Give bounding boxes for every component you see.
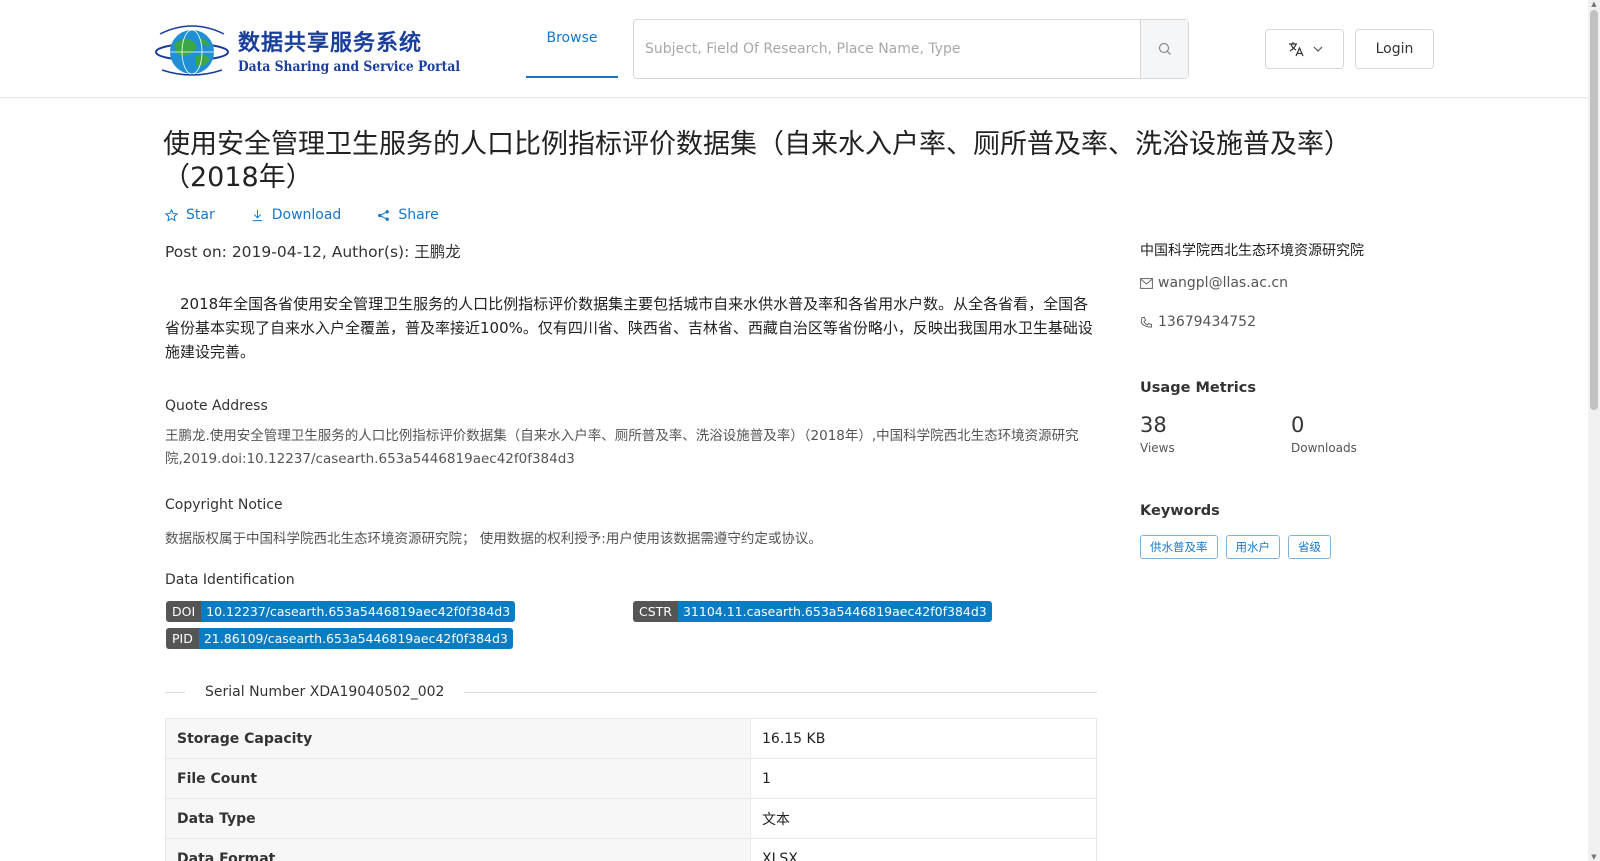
views-metric: 38 Views [1140, 413, 1175, 455]
table-row: Storage Capacity 16.15 KB [165, 718, 1097, 759]
mail-icon [1140, 277, 1153, 289]
share-button[interactable]: Share [377, 207, 439, 223]
data-identification-label: Data Identification [165, 572, 295, 588]
download-icon [252, 209, 262, 221]
doi-badge[interactable]: DOI 10.12237/casearth.653a5446819aec42f0… [166, 601, 516, 622]
logo-title-en: Data Sharing and Service Portal [238, 59, 461, 75]
downloads-metric: 0 Downloads [1291, 413, 1357, 455]
table-row: Data Format XLSX [165, 838, 1097, 861]
dataset-title: 使用安全管理卫生服务的人口比例指标评价数据集（自来水入户率、厕所普及率、洗浴设施… [163, 129, 1351, 193]
cstr-badge-key: CSTR [633, 601, 678, 622]
pid-badge[interactable]: PID 21.86109/casearth.653a5446819aec42f0… [166, 628, 513, 649]
keyword-tag[interactable]: 供水普及率 [1140, 535, 1218, 559]
page-scrollbar[interactable]: ▲ ▼ [1588, 0, 1600, 861]
copyright-label: Copyright Notice [165, 497, 283, 513]
email-text: wangpl@llas.ac.cn [1158, 275, 1288, 291]
logo-text: 数据共享服务系统 Data Sharing and Service Portal [238, 25, 490, 75]
pid-badge-key: PID [166, 628, 199, 649]
cstr-badge[interactable]: CSTR 31104.11.casearth.653a5446819aec42f… [633, 601, 992, 622]
search-bar [633, 19, 1189, 79]
doi-badge-value: 10.12237/casearth.653a5446819aec42f0f384… [201, 601, 516, 622]
star-label: Star [186, 207, 215, 223]
keyword-list: 供水普及率 用水户 省级 [1140, 535, 1331, 559]
usage-metrics-title: Usage Metrics [1140, 380, 1256, 396]
keyword-tag[interactable]: 用水户 [1225, 535, 1280, 559]
cstr-badge-value: 31104.11.casearth.653a5446819aec42f0f384… [677, 601, 992, 622]
logo-title-cn: 数据共享服务系统 [238, 31, 423, 56]
dataset-actions: Star Download Share [165, 207, 439, 223]
site-logo[interactable]: 数据共享服务系统 Data Sharing and Service Portal [154, 20, 460, 80]
quote-address-text: 王鹏龙.使用安全管理卫生服务的人口比例指标评价数据集（自来水入户率、厕所普及率、… [165, 428, 1079, 467]
keyword-tag[interactable]: 省级 [1288, 535, 1331, 559]
views-count: 38 [1140, 413, 1167, 437]
share-icon [378, 209, 390, 221]
post-meta: Post on: 2019-04-12, Author(s): 王鹏龙 [165, 243, 461, 261]
search-input[interactable] [634, 20, 1140, 78]
scroll-up-arrow-icon[interactable]: ▲ [1590, 0, 1598, 8]
scroll-down-arrow-icon[interactable]: ▼ [1590, 853, 1598, 861]
download-button[interactable]: Download [251, 207, 342, 223]
language-switch-button[interactable] [1265, 29, 1344, 69]
search-button[interactable] [1140, 20, 1188, 78]
share-label: Share [398, 207, 439, 223]
scrollbar-thumb[interactable] [1590, 10, 1598, 410]
doi-badge-key: DOI [166, 601, 202, 622]
keywords-title: Keywords [1140, 503, 1220, 519]
table-key: Storage Capacity [165, 718, 751, 759]
globe-logo-icon [154, 22, 230, 78]
download-label: Download [271, 207, 342, 223]
dataset-description: 2018年全国各省使用安全管理卫生服务的人口比例指标评价数据集主要包括城市自来水… [165, 295, 1093, 361]
table-value: 文本 [750, 798, 1097, 839]
table-value: XLSX [750, 838, 1097, 861]
phone-icon [1140, 316, 1152, 328]
star-icon [165, 208, 178, 222]
translate-icon [1288, 42, 1304, 57]
login-button[interactable]: Login [1355, 29, 1434, 69]
downloads-count: 0 [1291, 413, 1305, 437]
contact-phone: 13679434752 [1140, 314, 1256, 330]
top-header: 数据共享服务系统 Data Sharing and Service Portal… [0, 0, 1600, 98]
serial-number-divider: Serial Number XDA19040502_002 [165, 682, 1097, 702]
search-icon [1158, 42, 1171, 55]
table-value: 16.15 KB [750, 718, 1097, 759]
divider-line-right [464, 691, 1097, 693]
institution-name: 中国科学院西北生态环境资源研究院 [1140, 243, 1364, 259]
chevron-down-icon [1313, 46, 1322, 52]
contact-email[interactable]: wangpl@llas.ac.cn [1140, 275, 1288, 291]
pid-badge-value: 21.86109/casearth.653a5446819aec42f0f384… [198, 628, 513, 649]
nav-browse-tab[interactable]: Browse [526, 0, 618, 78]
views-label: Views [1140, 441, 1175, 455]
table-key: Data Type [165, 798, 751, 839]
table-value: 1 [750, 758, 1097, 799]
divider-line-left [165, 691, 185, 693]
table-key: Data Format [165, 838, 751, 861]
dataset-info-table: Storage Capacity 16.15 KB File Count 1 D… [165, 718, 1097, 861]
phone-text: 13679434752 [1158, 314, 1256, 330]
star-button[interactable]: Star [165, 207, 215, 223]
downloads-label: Downloads [1291, 441, 1357, 455]
copyright-text: 数据版权属于中国科学院西北生态环境资源研究院； 使用数据的权利授予:用户使用该数… [165, 531, 822, 547]
table-row: File Count 1 [165, 758, 1097, 799]
table-row: Data Type 文本 [165, 798, 1097, 839]
table-key: File Count [165, 758, 751, 799]
quote-address-label: Quote Address [165, 398, 268, 414]
serial-number: Serial Number XDA19040502_002 [205, 684, 445, 700]
